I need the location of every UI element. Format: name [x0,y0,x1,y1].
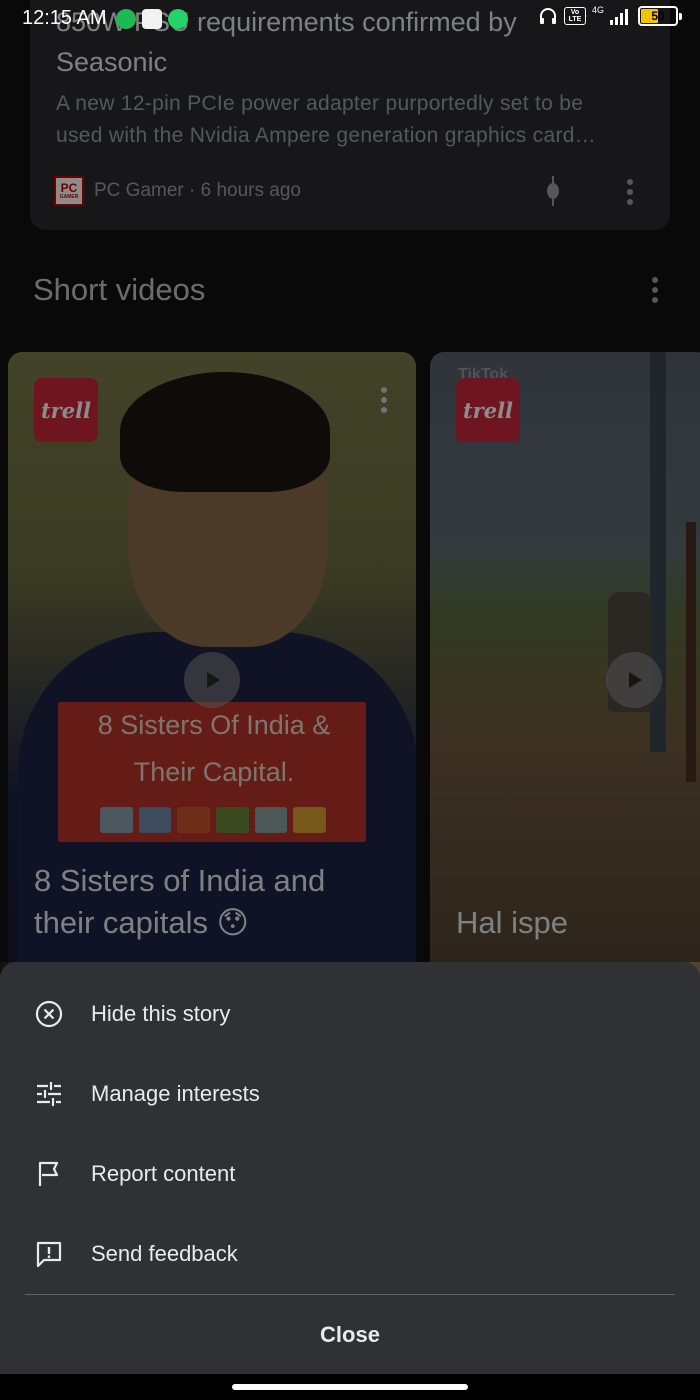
spotify-icon [116,9,136,29]
flag-icon [38,1161,59,1186]
notification-icons [116,9,188,29]
tune-sliders-icon [37,1082,61,1106]
scrim-overlay[interactable] [0,0,700,962]
close-circle-icon [35,1000,63,1028]
photos-icon [142,9,162,29]
signal-icon [610,9,629,25]
close-button[interactable]: Close [0,1295,700,1374]
menu-item-label: Hide this story [91,1001,231,1026]
status-time: 12:15 AM [22,7,107,29]
network-type: 4G [592,5,605,15]
menu-item-label: Report content [91,1161,236,1186]
menu-item-label: Manage interests [91,1081,260,1106]
home-indicator[interactable] [232,1384,468,1390]
status-bar: 12:15 AM Vo LTE 4G 50 [0,0,700,40]
feedback-icon [36,1241,62,1268]
menu-item-manage-interests[interactable]: Manage interests [0,1054,700,1134]
bottom-sheet-menu: Hide this story Manage interests Report … [0,962,700,1374]
volte-icon: Vo LTE [564,7,586,25]
menu-item-label: Send feedback [91,1241,238,1266]
menu-item-hide-story[interactable]: Hide this story [0,974,700,1054]
menu-item-send-feedback[interactable]: Send feedback [0,1214,700,1294]
status-right-icons: Vo LTE 4G 50 [538,5,683,26]
battery-icon: 50 [638,6,683,26]
headset-icon [540,8,556,24]
whatsapp-icon [168,9,188,29]
battery-percent: 50 [651,9,665,23]
menu-item-report-content[interactable]: Report content [0,1134,700,1214]
